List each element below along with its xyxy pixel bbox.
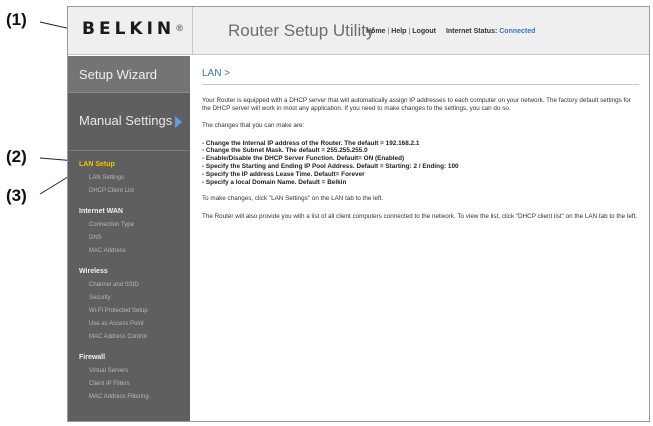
sidebar-item-dhcp-client-list[interactable]: DHCP Client List [68,185,190,198]
header-divider [192,7,193,55]
help-link[interactable]: Help [391,28,406,35]
callout-2: (2) [6,147,27,166]
main-content: LAN > Your Router is equipped with a DHC… [192,56,649,421]
sidebar-item-lan-settings[interactable]: LAN Settings [68,172,190,185]
sidebar-item-client-ip-filters[interactable]: Client IP Filters [68,378,190,391]
list-item: - Specify a local Domain Name. Default =… [202,178,347,186]
internet-status-value: Connected [499,28,536,35]
sidebar-item-security[interactable]: Security [68,292,190,305]
sidebar-item-mac-address-filtering[interactable]: MAC Address Filtering [68,391,190,404]
sidebar-item-channel-ssid[interactable]: Channel and SSID [68,279,190,292]
manual-settings-label: Manual Settings [79,113,173,128]
make-changes-paragraph: To make changes, click "LAN Settings" on… [202,195,384,203]
router-ui-window: BELKIN® Router Setup Utility Home | Help | L… [67,6,650,422]
sidebar-section-internet-wan[interactable]: Internet WAN [68,198,190,219]
intro-paragraph: Your Router is equipped with a DHCP serv… [202,97,631,113]
sidebar-item-virtual-servers[interactable]: Virtual Servers [68,365,190,378]
sidebar: Setup Wizard Manual Settings LAN Setup L… [68,56,190,421]
manual-settings-header[interactable]: Manual Settings [68,93,190,151]
internet-status-label: Internet Status: [445,28,498,35]
sidebar-section-firewall[interactable]: Firewall [68,344,190,365]
sidebar-item-connection-type[interactable]: Connection Type [68,219,190,232]
sidebar-item-access-point[interactable]: Use as Access Point [68,318,190,331]
client-list-paragraph: The Router will also provide you with a … [202,212,638,220]
breadcrumb: LAN > [202,68,231,79]
belkin-logo: BELKIN® [82,19,184,39]
sidebar-section-wireless[interactable]: Wireless [68,258,190,279]
home-link[interactable]: Home [366,28,385,35]
sidebar-item-mac-address-control[interactable]: MAC Address Control [68,331,190,344]
setup-wizard-button[interactable]: Setup Wizard [68,56,190,93]
sidebar-item-mac-address[interactable]: MAC Address [68,245,190,258]
page-title: Router Setup Utility [228,21,375,40]
header-bar: BELKIN® Router Setup Utility Home | Help | L… [68,7,649,55]
arrow-right-icon [175,115,183,128]
logo-mark: ® [175,24,185,34]
logo-text: BELKIN [82,19,176,39]
changes-list: - Change the Internal IP address of the … [202,140,639,187]
list-item: - Change the Internal IP address of the … [202,139,420,147]
list-item: - Specify the IP address Lease Time. Def… [202,170,365,178]
callout-3: (3) [6,186,27,205]
link-separator: | [408,28,411,35]
top-links: Home | Help | Logout Internet Status: Connec… [366,28,535,35]
list-item: - Change the Subnet Mask. The default = … [202,147,368,155]
sidebar-item-wifi-protected-setup[interactable]: Wi-Fi Protected Setup [68,305,190,318]
link-separator: | [387,28,390,35]
list-item: - Enable/Disable the DHCP Server Functio… [202,155,405,163]
changes-heading: The changes that you can make are: [202,122,305,130]
callout-1: (1) [6,10,27,29]
sidebar-item-dns[interactable]: DNS [68,232,190,245]
content-divider [202,84,639,85]
sidebar-section-lan-setup[interactable]: LAN Setup [68,151,190,172]
logout-link[interactable]: Logout [412,28,436,35]
list-item: - Specify the Starting and Ending IP Poo… [202,163,459,170]
